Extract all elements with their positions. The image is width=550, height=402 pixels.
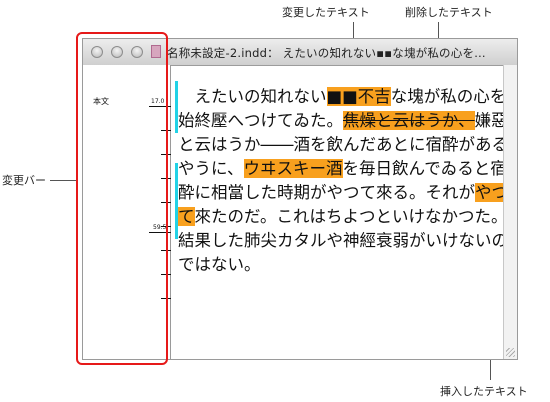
text-line: やうに、ウヰスキー酒を毎日飲んでゐると宿 <box>178 157 518 181</box>
callout-changed-text: 変更したテキスト <box>282 6 370 19</box>
changed-text: ■■不吉 <box>326 87 391 106</box>
text-run: 來たのだ。これはちよつといけなかつた。 <box>194 207 508 226</box>
resize-grip-icon[interactable] <box>506 348 515 357</box>
text-run: 始終壓へつけてゐた。 <box>178 111 343 130</box>
text-line: て來たのだ。これはちよつといけなかつた。 <box>178 205 518 229</box>
text-line: と云はうか――酒を飲んだあとに宿酔がある <box>178 135 508 154</box>
inserted-text: ウヰスキー酒 <box>243 159 343 178</box>
text-line: えたいの知れない■■不吉な塊が私の心を <box>178 85 518 109</box>
change-bar-highlight-box <box>76 32 168 365</box>
text-run: を毎日飲んでゐると宿 <box>342 159 507 178</box>
callout-deleted-text: 削除したテキスト <box>405 6 493 19</box>
inserted-text: て <box>178 207 195 226</box>
deleted-text: 焦燥と云はうか、 <box>343 111 475 130</box>
callout-inserted-text: 挿入したテキスト <box>440 385 528 398</box>
text-run: 酔に相當した時期がやつて來る。それが <box>178 183 475 202</box>
text-run: えたいの知れない <box>178 87 327 106</box>
text-line: 始終壓へつけてゐた。焦燥と云はうか、嫌惡 <box>178 109 518 133</box>
window-title: 名称未設定-2.indd： えたいの知れない▪▪な塊が私の心を… <box>167 46 486 60</box>
callout-change-bar: 変更バー <box>2 174 46 187</box>
text-line: 酔に相當した時期がやつて來る。それがやつ <box>178 181 518 205</box>
story-text-area[interactable]: えたいの知れない■■不吉な塊が私の心を 始終壓へつけてゐた。焦燥と云はうか、嫌惡… <box>178 71 516 359</box>
text-run: やうに、 <box>178 159 244 178</box>
leader-line-changebar <box>50 180 77 181</box>
vertical-scrollbar[interactable] <box>503 65 517 359</box>
text-run: な塊が私の心を <box>390 87 507 106</box>
text-line: 結果した肺尖カタルや神經衰弱がいけないの <box>178 231 508 250</box>
text-line: ではない。 <box>178 255 261 274</box>
